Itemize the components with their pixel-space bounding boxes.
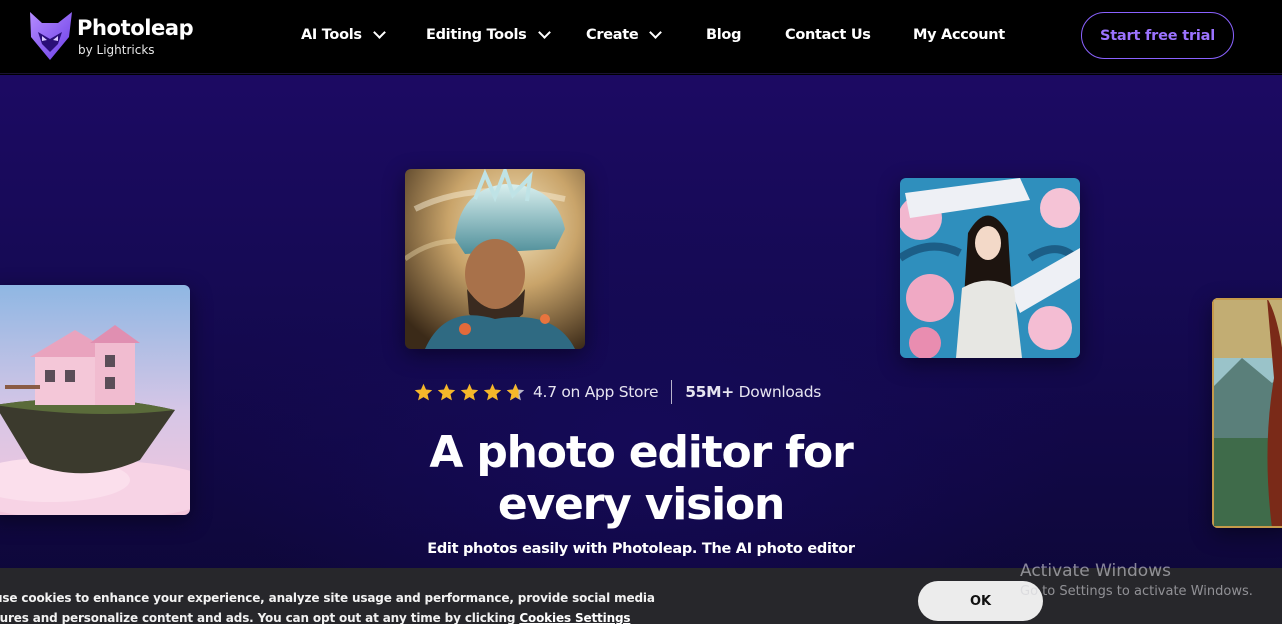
rating-text: 4.7 on App Store <box>533 383 659 401</box>
nav-ai-tools[interactable]: AI Tools <box>301 24 386 46</box>
nav-item-label: Editing Tools <box>426 27 527 43</box>
nav-blog[interactable]: Blog <box>706 24 741 46</box>
hero-headline: A photo editor for every vision <box>341 427 941 531</box>
star-icon <box>483 383 502 400</box>
chevron-down-icon <box>372 26 386 39</box>
nav-item-label: Blog <box>706 27 742 43</box>
start-free-trial-button[interactable]: Start free trial <box>1081 12 1234 59</box>
downloads-count: 55M+ Downloads <box>685 383 821 401</box>
chevron-down-icon <box>537 26 551 39</box>
downloads-number: 55M+ <box>685 383 734 401</box>
top-nav: Photoleap by Lightricks AI Tools Editing… <box>0 0 1282 74</box>
floating-island-house-image <box>0 285 190 515</box>
star-icon <box>414 383 433 400</box>
brand-name: Photoleap <box>77 16 194 40</box>
cookies-settings-link[interactable]: Cookies Settings <box>519 611 630 624</box>
nav-item-label: Contact Us <box>785 27 871 43</box>
hero-subheadline: Edit photos easily with Photoleap. The A… <box>427 541 855 557</box>
star-rating <box>413 382 526 403</box>
app-store-rating: 4.7 on App Store 55M+ Downloads <box>413 380 821 404</box>
nav-my-account[interactable]: My Account <box>913 24 1005 46</box>
cookie-message: use cookies to enhance your experience, … <box>0 588 655 624</box>
watermark-subtitle: Go to Settings to activate Windows. <box>1020 584 1253 599</box>
landscape-painting-image <box>1212 298 1282 528</box>
star-partial-icon <box>506 383 525 400</box>
nav-editing-tools[interactable]: Editing Tools <box>426 24 551 46</box>
floral-collage-image <box>900 178 1080 358</box>
star-icon <box>460 383 479 400</box>
nav-create[interactable]: Create <box>586 24 663 46</box>
cookie-message-line-2-text: tures and personalize content and ads. Y… <box>0 611 516 624</box>
nav-contact-us[interactable]: Contact Us <box>785 24 871 46</box>
headline-line-1: A photo editor for <box>429 427 853 478</box>
headline-line-2: every vision <box>497 479 785 530</box>
rating-divider <box>671 380 673 404</box>
nav-item-label: My Account <box>913 27 1005 43</box>
watermark-title: Activate Windows <box>1020 561 1171 581</box>
warrior-portrait-image <box>405 169 585 349</box>
downloads-label: Downloads <box>738 383 822 401</box>
cookie-message-line-1: use cookies to enhance your experience, … <box>0 591 655 605</box>
brand-logo[interactable]: Photoleap by Lightricks <box>26 10 196 64</box>
star-icon <box>437 383 456 400</box>
nav-item-label: Create <box>586 27 639 43</box>
cookie-message-line-2: tures and personalize content and ads. Y… <box>0 608 634 624</box>
hero-section: 4.7 on App Store 55M+ Downloads A photo … <box>0 75 1282 624</box>
fox-logo-icon <box>30 12 72 60</box>
windows-activation-watermark: Activate Windows Go to Settings to activ… <box>1020 561 1253 599</box>
chevron-down-icon <box>649 26 663 39</box>
brand-byline: by Lightricks <box>78 43 155 57</box>
nav-item-label: AI Tools <box>301 27 362 43</box>
